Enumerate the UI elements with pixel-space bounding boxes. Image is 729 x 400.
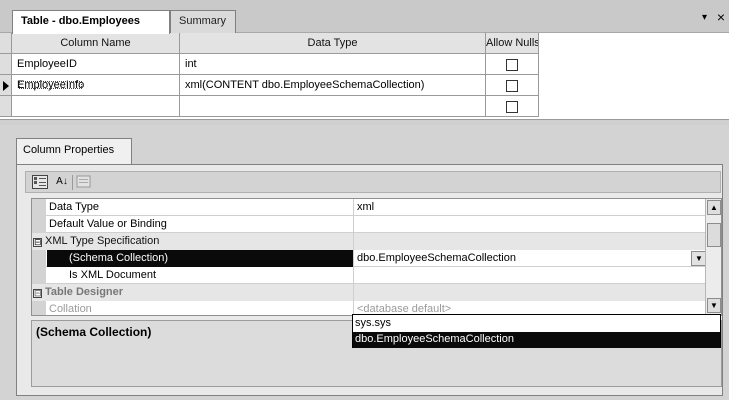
property-name: (Schema Collection) <box>47 250 354 267</box>
property-value <box>354 233 707 250</box>
allow-nulls-cell[interactable] <box>486 75 539 96</box>
property-category-xml-type[interactable]: ⊟ XML Type Specification <box>32 233 707 250</box>
description-title: (Schema Collection) <box>36 325 152 339</box>
tab-table-label: Table - dbo.Employees <box>21 15 140 27</box>
current-row-arrow-icon <box>3 81 9 91</box>
data-type-cell[interactable]: xml(CONTENT dbo.EmployeeSchemaCollection… <box>180 75 486 96</box>
allow-nulls-checkbox[interactable] <box>506 80 518 92</box>
property-value[interactable]: xml <box>354 199 707 216</box>
collapse-icon[interactable]: ⊟ <box>33 238 42 247</box>
property-value[interactable] <box>354 267 707 284</box>
scroll-up-icon[interactable]: ▲ <box>707 200 721 215</box>
dropdown-option-selected[interactable]: dbo.EmployeeSchemaCollection <box>353 332 720 348</box>
column-name-text: EmployeeInfo <box>17 79 85 91</box>
column-name-cell[interactable]: EmployeeID <box>12 54 180 75</box>
category-label: XML Type Specification <box>45 235 160 247</box>
document-tab-strip: Table - dbo.Employees Summary ▾ × <box>0 0 729 34</box>
property-row-default-value[interactable]: Default Value or Binding <box>32 216 707 233</box>
property-margin <box>32 301 46 315</box>
column-header-name[interactable]: Column Name <box>12 33 180 54</box>
data-type-cell[interactable] <box>180 96 486 117</box>
categorized-icon[interactable] <box>32 175 48 189</box>
vertical-scrollbar[interactable]: ▲ ▼ <box>705 199 721 315</box>
row-selector-current[interactable] <box>0 75 12 96</box>
property-category-table-designer[interactable]: ⊟ Table Designer <box>32 284 707 301</box>
tab-column-properties-label: Column Properties <box>23 144 115 156</box>
property-name: Collation <box>47 301 354 315</box>
allow-nulls-checkbox[interactable] <box>506 101 518 113</box>
allow-nulls-cell[interactable] <box>486 96 539 117</box>
collapse-icon[interactable]: ⊟ <box>33 289 42 298</box>
column-grid: Column Name Data Type Allow Nulls Employ… <box>0 33 729 119</box>
row-selector[interactable] <box>0 96 12 117</box>
column-header-type[interactable]: Data Type <box>180 33 486 54</box>
close-icon[interactable]: × <box>717 9 725 25</box>
property-margin <box>32 267 46 284</box>
property-pages-glyph <box>76 175 91 188</box>
header-corner <box>0 33 12 54</box>
property-value <box>354 284 707 301</box>
tab-summary[interactable]: Summary <box>170 10 236 33</box>
dropdown-menu-icon[interactable]: ▾ <box>702 12 707 23</box>
property-row-schema-collection[interactable]: (Schema Collection) dbo.EmployeeSchemaCo… <box>32 250 707 267</box>
dropdown-option[interactable]: sys.sys <box>353 316 720 332</box>
row-selector[interactable] <box>0 54 12 75</box>
alphabetical-sort-icon[interactable]: A↓ <box>54 175 70 189</box>
data-type-cell[interactable]: int <box>180 54 486 75</box>
scroll-thumb[interactable] <box>707 223 721 247</box>
category-label: Table Designer <box>45 286 124 298</box>
property-name: Default Value or Binding <box>47 216 354 233</box>
toolbar-separator <box>72 175 73 190</box>
scroll-down-icon[interactable]: ▼ <box>707 298 721 313</box>
column-name-cell[interactable] <box>12 96 180 117</box>
column-name-cell[interactable]: EmployeeInfo <box>12 75 180 96</box>
category-header: ⊟ Table Designer <box>32 284 354 301</box>
property-margin <box>32 250 46 267</box>
property-pages-icon[interactable] <box>76 175 92 189</box>
property-toolbar: A↓ <box>25 171 721 193</box>
schema-collection-combo[interactable]: dbo.EmployeeSchemaCollection ▼ <box>354 250 707 267</box>
property-margin <box>32 216 46 233</box>
column-header-allow-nulls[interactable]: Allow Nulls <box>486 33 539 54</box>
property-margin <box>32 199 46 216</box>
combo-value: dbo.EmployeeSchemaCollection <box>357 252 516 264</box>
tab-column-properties[interactable]: Column Properties <box>16 138 132 164</box>
property-row-data-type[interactable]: Data Type xml <box>32 199 707 216</box>
property-name: Data Type <box>47 199 354 216</box>
property-grid-container: A↓ Data Type xml Default Value or Bindin… <box>16 164 723 396</box>
property-name: Is XML Document <box>47 267 354 284</box>
property-value[interactable] <box>354 216 707 233</box>
tab-summary-label: Summary <box>179 15 227 27</box>
schema-collection-dropdown-list[interactable]: sys.sys dbo.EmployeeSchemaCollection <box>352 314 721 348</box>
category-header: ⊟ XML Type Specification <box>32 233 354 250</box>
property-row-is-xml-document[interactable]: Is XML Document <box>32 267 707 284</box>
allow-nulls-cell[interactable] <box>486 54 539 75</box>
allow-nulls-checkbox[interactable] <box>506 59 518 71</box>
categorized-glyph <box>34 177 46 186</box>
tab-table-employees[interactable]: Table - dbo.Employees <box>12 10 170 34</box>
column-properties-panel: Column Properties A↓ Data Type xml Defau… <box>0 125 729 400</box>
property-grid: Data Type xml Default Value or Binding ⊟… <box>31 198 722 316</box>
